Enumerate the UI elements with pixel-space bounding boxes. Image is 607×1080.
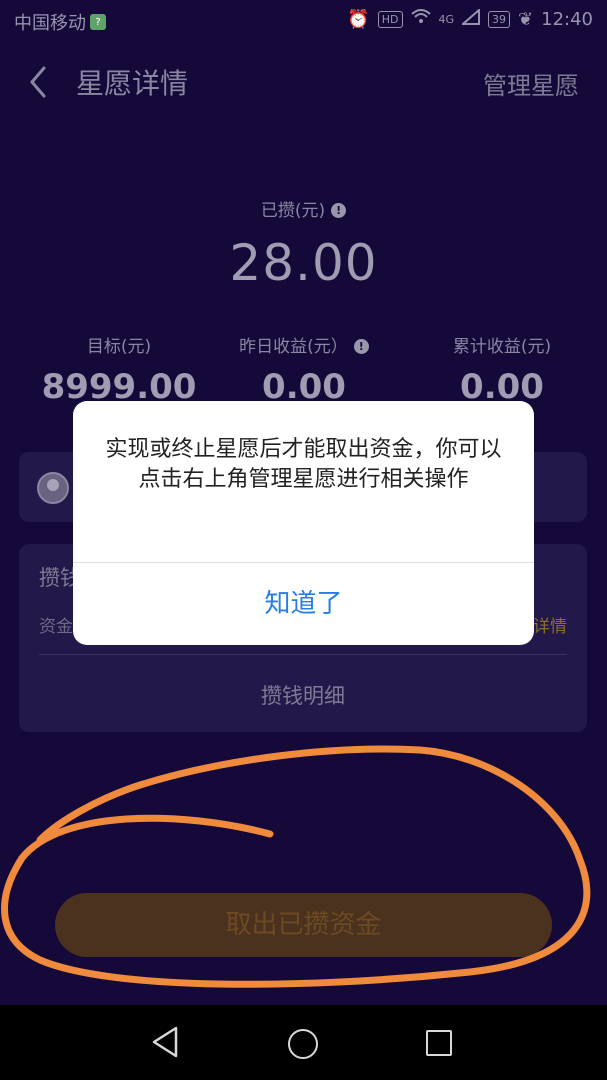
- sim-badge-icon: ?: [90, 14, 106, 30]
- saved-amount-label: 已攒(元)!: [0, 196, 607, 221]
- stat-target-label: 目标(元): [86, 337, 152, 357]
- nav-home-icon[interactable]: [288, 1029, 318, 1059]
- stat-total-label: 累计收益(元): [452, 337, 552, 357]
- signal-icon: [460, 7, 481, 30]
- alarm-icon: ⏰: [347, 9, 370, 30]
- stat-yesterday: 昨日收益(元）! 0.00: [204, 332, 404, 407]
- system-nav-bar: [0, 1005, 607, 1080]
- stat-yesterday-label: 昨日收益(元）!: [204, 332, 404, 357]
- nav-recent-icon[interactable]: [426, 1030, 452, 1056]
- stat-target: 目标(元) 8999.00: [19, 332, 219, 407]
- dialog-message: 实现或终止星愿后才能取出资金，你可以点击右上角管理星愿进行相关操作: [105, 437, 502, 492]
- saved-label-text: 已攒(元): [260, 201, 326, 221]
- top-bar: 星愿详情 管理星愿: [0, 44, 607, 118]
- info-icon[interactable]: !: [331, 203, 347, 218]
- divider: [39, 654, 567, 655]
- stat-total: 累计收益(元) 0.00: [402, 332, 602, 407]
- network-type: 4G: [438, 13, 455, 26]
- carrier-name: 中国移动: [14, 13, 86, 34]
- withdraw-funds-button[interactable]: 取出已攒资金: [55, 893, 552, 957]
- wifi-icon: [410, 9, 431, 30]
- page-title: 星愿详情: [76, 67, 189, 100]
- fund-detail-link[interactable]: 详情: [533, 612, 567, 637]
- fund-row-label: 资金: [39, 617, 73, 637]
- avatar-icon: [37, 472, 69, 504]
- leaf-icon: ❦: [518, 9, 534, 30]
- stat-yesterday-label-text: 昨日收益(元）: [239, 337, 348, 357]
- hd-badge: HD: [377, 11, 403, 28]
- clock: 12:40: [541, 9, 593, 30]
- back-chevron-icon[interactable]: [24, 62, 54, 102]
- status-bar: 中国移动 ? ⏰ HD 4G 39 ❦ 12:40: [0, 0, 607, 42]
- battery-level: 39: [488, 11, 511, 28]
- manage-wish-button[interactable]: 管理星愿: [483, 66, 579, 101]
- alert-dialog: 实现或终止星愿后才能取出资金，你可以点击右上角管理星愿进行相关操作 知道了: [73, 401, 534, 645]
- info-icon[interactable]: !: [353, 339, 369, 354]
- savings-detail-link[interactable]: 攒钱明细: [19, 680, 587, 710]
- dialog-confirm-button[interactable]: 知道了: [73, 563, 534, 645]
- nav-back-icon[interactable]: [150, 1025, 180, 1063]
- saved-amount-value: 28.00: [229, 234, 378, 292]
